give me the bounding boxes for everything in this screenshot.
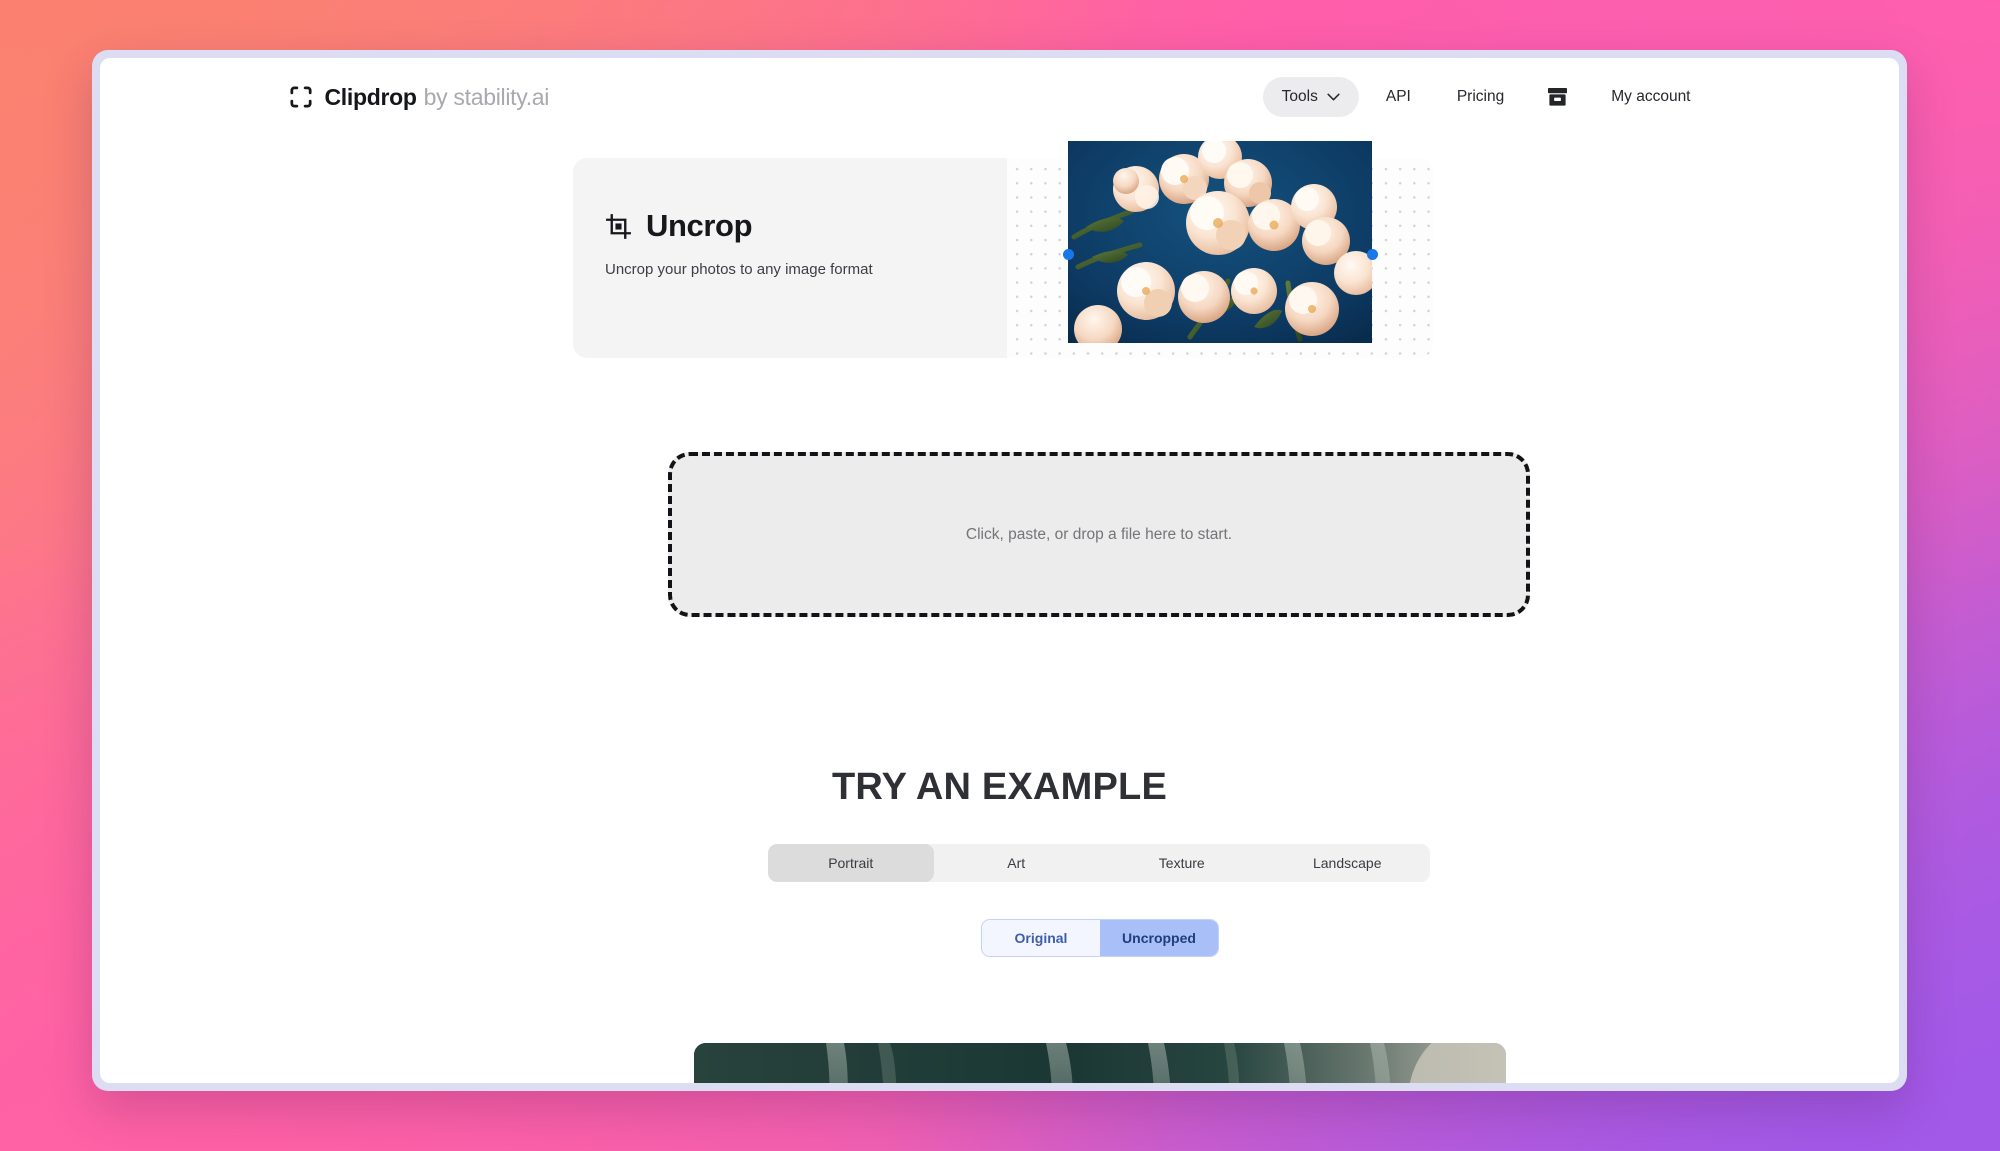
chevron-down-icon bbox=[1327, 93, 1340, 101]
original-uncropped-toggle: Original Uncropped bbox=[981, 919, 1219, 957]
roses-illustration bbox=[1068, 141, 1372, 343]
browser-window-frame: Clipdrop by stability.ai Tools API Prici… bbox=[92, 50, 1907, 1091]
tab-portrait[interactable]: Portrait bbox=[768, 844, 934, 882]
brand-name: Clipdrop bbox=[324, 83, 417, 110]
uncrop-icon bbox=[606, 213, 631, 239]
page-content: Clipdrop by stability.ai Tools API Prici… bbox=[100, 58, 1899, 1083]
hero-subtitle: Uncrop your photos to any image format bbox=[605, 261, 873, 278]
gradient-backdrop: Clipdrop by stability.ai Tools API Prici… bbox=[0, 0, 2000, 1151]
toggle-original-label: Original bbox=[1014, 930, 1068, 946]
nav-inner: Clipdrop by stability.ai Tools API Prici… bbox=[289, 76, 1710, 118]
try-an-example-heading: TRY AN EXAMPLE bbox=[832, 766, 1167, 808]
waterfall-portrait-illustration bbox=[694, 1043, 1506, 1083]
nav-pricing-label: Pricing bbox=[1456, 88, 1505, 105]
example-preview-photo bbox=[694, 1043, 1506, 1083]
brand-text: Clipdrop by stability.ai bbox=[325, 84, 550, 111]
nav-item-archive[interactable] bbox=[1531, 76, 1584, 118]
uncrop-handle-left[interactable] bbox=[1063, 249, 1074, 260]
nav-item-pricing[interactable]: Pricing bbox=[1438, 77, 1523, 117]
example-category-tabs: Portrait Art Texture Landscape bbox=[768, 844, 1430, 882]
toggle-original[interactable]: Original bbox=[982, 920, 1100, 956]
nav-item-my-account[interactable]: My account bbox=[1592, 77, 1709, 117]
tab-texture[interactable]: Texture bbox=[1099, 844, 1265, 882]
file-dropzone[interactable]: Click, paste, or drop a file here to sta… bbox=[668, 452, 1530, 617]
tab-art[interactable]: Art bbox=[934, 844, 1100, 882]
tab-art-label: Art bbox=[1007, 855, 1026, 871]
nav-api-label: API bbox=[1385, 88, 1411, 105]
tab-landscape-label: Landscape bbox=[1312, 855, 1382, 871]
uncrop-hero-card: Uncrop Uncrop your photos to any image f… bbox=[573, 141, 1433, 358]
toggle-uncropped[interactable]: Uncropped bbox=[1100, 920, 1218, 956]
hero-title-row: Uncrop bbox=[605, 208, 1007, 244]
toggle-uncropped-label: Uncropped bbox=[1122, 930, 1196, 946]
dropzone-label: Click, paste, or drop a file here to sta… bbox=[965, 525, 1233, 543]
tab-texture-label: Texture bbox=[1158, 855, 1205, 871]
nav-account-label: My account bbox=[1611, 88, 1691, 105]
nav-links: Tools API Pricing My account bbox=[1262, 76, 1710, 118]
nav-tools-label: Tools bbox=[1281, 88, 1318, 105]
brand-logo[interactable]: Clipdrop by stability.ai bbox=[289, 84, 550, 111]
tab-landscape[interactable]: Landscape bbox=[1265, 844, 1431, 882]
hero-sample-photo bbox=[1068, 141, 1372, 343]
uncrop-handle-right[interactable] bbox=[1367, 249, 1378, 260]
brand-tagline: by stability.ai bbox=[423, 83, 550, 110]
clipdrop-brackets-icon bbox=[289, 86, 312, 108]
hero-text-panel: Uncrop Uncrop your photos to any image f… bbox=[573, 158, 1007, 358]
archive-box-icon bbox=[1548, 88, 1568, 106]
page-title: Uncrop bbox=[646, 208, 753, 243]
nav-item-tools[interactable]: Tools bbox=[1262, 77, 1359, 117]
uncrop-canvas bbox=[1007, 141, 1433, 358]
nav-item-api[interactable]: API bbox=[1367, 77, 1430, 117]
tab-portrait-label: Portrait bbox=[828, 855, 874, 871]
top-navigation-bar: Clipdrop by stability.ai Tools API Prici… bbox=[100, 58, 1899, 136]
